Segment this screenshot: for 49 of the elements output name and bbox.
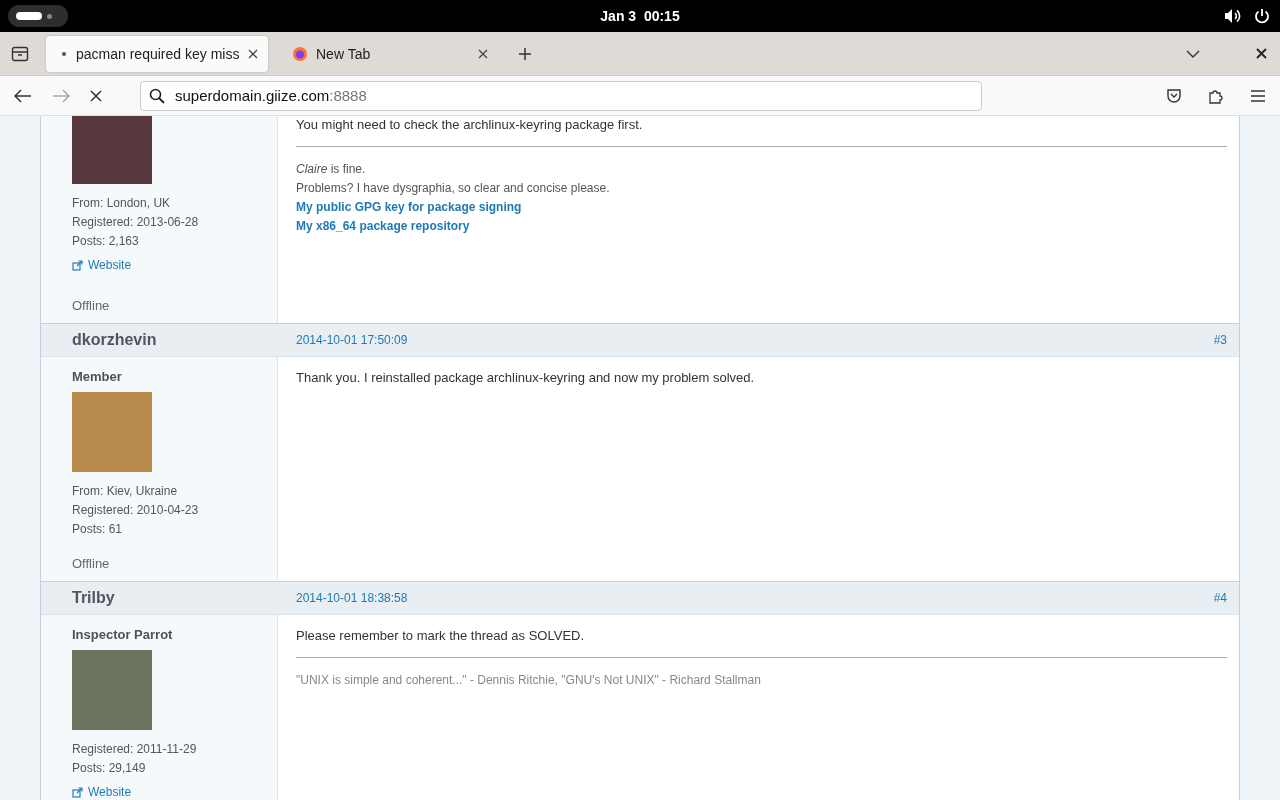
chevron-down-icon[interactable]: [1186, 48, 1200, 59]
browser-tab[interactable]: pacman required key miss: [46, 35, 268, 72]
post-date-link[interactable]: 2014-10-01 18:38:58: [296, 591, 408, 605]
address-field[interactable]: superdomain.giize.com:8888: [140, 80, 982, 111]
website-link[interactable]: Website: [88, 258, 132, 272]
post-number-link[interactable]: #4: [1213, 591, 1227, 605]
user-rank: Member: [72, 369, 123, 384]
registration-date: Registered: 2010-04-23: [72, 502, 200, 519]
external-link-icon: [72, 786, 83, 798]
post-message: You might need to check the archlinux-keyring package first.: [296, 116, 644, 134]
search-icon: [149, 87, 165, 104]
power-icon[interactable]: [1254, 8, 1270, 24]
puzzle-piece-icon[interactable]: [1208, 87, 1224, 104]
clock[interactable]: Jan 3 00:15: [600, 8, 680, 24]
user-location: From: London, UK: [72, 195, 172, 212]
close-icon[interactable]: [478, 48, 488, 59]
menu-icon[interactable]: [1250, 88, 1266, 103]
registration-date: Registered: 2013-06-28: [72, 214, 200, 231]
back-icon[interactable]: [14, 88, 32, 103]
post-count: Posts: 29,149: [72, 760, 147, 777]
online-status: Offline: [72, 556, 111, 571]
user-location: From: Kiev, Ukraine: [72, 483, 179, 500]
stop-icon[interactable]: [90, 89, 102, 102]
volume-icon[interactable]: [1224, 8, 1242, 24]
browser-tab[interactable]: New Tab: [276, 35, 498, 72]
close-icon[interactable]: [248, 48, 258, 59]
signature-text: Claire is fine.: [296, 161, 367, 178]
author-name[interactable]: dkorzhevin: [72, 331, 157, 348]
website-link[interactable]: Website: [88, 785, 132, 799]
pocket-icon[interactable]: [1166, 87, 1182, 104]
registration-date: Registered: 2011-11-29: [72, 741, 198, 758]
signature-text: Problems? I have dysgraphia, so clear and concise please.: [296, 180, 611, 197]
new-tab-icon[interactable]: [518, 46, 532, 61]
signature-quote: "UNIX is simple and coherent..." - Dennis Ritchie, "GNU's Not UNIX" - Richard Stallman: [296, 672, 762, 687]
signature-link[interactable]: My x86_64 package repository: [296, 219, 470, 233]
post-message: Please remember to mark the thread as SOLVED.: [296, 627, 586, 645]
user-rank: Inspector Parrot: [72, 627, 174, 642]
activities-button[interactable]: [8, 5, 68, 27]
post-count: Posts: 2,163: [72, 233, 140, 250]
signature-link[interactable]: My public GPG key for package signing: [296, 200, 522, 214]
author-name[interactable]: Trilby: [72, 589, 115, 606]
online-status: Offline: [72, 298, 111, 313]
post-number-link[interactable]: #3: [1213, 333, 1227, 347]
post-count: Posts: 61: [72, 521, 124, 538]
external-link-icon: [72, 259, 83, 271]
tab-overview-icon[interactable]: [11, 45, 29, 62]
post-message: Thank you. I reinstalled package archlinux-keyring and now my problem solved.: [296, 369, 756, 387]
post-date-link[interactable]: 2014-10-01 17:50:09: [296, 333, 408, 347]
close-icon[interactable]: [1256, 48, 1267, 59]
